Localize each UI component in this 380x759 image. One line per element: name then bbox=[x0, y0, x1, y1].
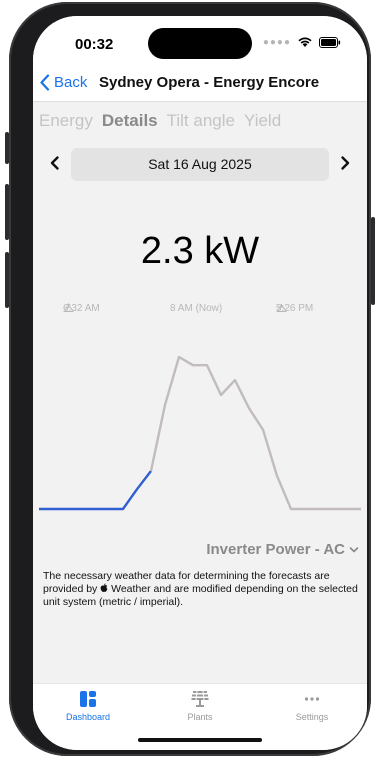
status-time: 00:32 bbox=[75, 36, 114, 53]
wifi-icon bbox=[298, 37, 312, 47]
tab-energy[interactable]: Energy bbox=[39, 111, 93, 131]
tab-yield[interactable]: Yield bbox=[244, 111, 281, 131]
status-icons: ●●●● bbox=[263, 36, 341, 48]
power-chart bbox=[39, 355, 361, 511]
now-label: 8 AM (Now) bbox=[170, 303, 223, 314]
segment-tabs: Energy Details Tilt angle Yield bbox=[39, 111, 281, 131]
battery-icon bbox=[319, 36, 341, 48]
screen: 00:32 ●●●● Back Sydney Opera - Energy En… bbox=[33, 16, 367, 750]
volume-down-button bbox=[5, 252, 9, 308]
date-label: Sat 16 Aug 2025 bbox=[148, 156, 252, 172]
solar-panel-icon bbox=[191, 690, 209, 707]
dashboard-icon bbox=[80, 691, 96, 707]
phone-frame: 00:32 ●●●● Back Sydney Opera - Energy En… bbox=[5, 2, 375, 756]
past-power-line bbox=[39, 470, 152, 511]
volume-up-button bbox=[5, 184, 9, 240]
action-button bbox=[5, 132, 9, 164]
tabbar-label: Plants bbox=[187, 712, 213, 722]
apple-logo-icon bbox=[100, 583, 108, 592]
sunset-label: 5:26 PM bbox=[276, 302, 314, 314]
back-label: Back bbox=[54, 74, 88, 91]
back-button[interactable]: Back bbox=[39, 74, 87, 91]
metric-label: Inverter Power - AC bbox=[206, 541, 345, 558]
tab-tilt-angle[interactable]: Tilt angle bbox=[167, 111, 235, 131]
tabbar-item-plants[interactable]: Plants bbox=[150, 690, 250, 722]
chevron-down-icon bbox=[349, 546, 359, 552]
dynamic-island bbox=[148, 28, 252, 59]
tabbar-label: Settings bbox=[295, 712, 329, 722]
home-indicator bbox=[138, 738, 262, 742]
metric-selector[interactable]: Inverter Power - AC bbox=[206, 541, 359, 558]
ellipsis-icon bbox=[304, 697, 320, 701]
forecast-power-line bbox=[149, 355, 361, 511]
weather-notice: The necessary weather data for determini… bbox=[43, 570, 358, 608]
navigation-bar: Back Sydney Opera - Energy Encore bbox=[33, 70, 367, 102]
signal-icon: ●●●● bbox=[262, 36, 291, 48]
previous-day-button[interactable] bbox=[45, 153, 65, 173]
sunrise-label: 6:32 AM bbox=[63, 302, 100, 314]
tab-details[interactable]: Details bbox=[102, 111, 158, 131]
power-button bbox=[371, 217, 375, 305]
next-day-button[interactable] bbox=[335, 153, 355, 173]
page-title: Sydney Opera - Energy Encore bbox=[99, 74, 320, 91]
date-picker[interactable]: Sat 16 Aug 2025 bbox=[71, 148, 329, 181]
tabbar-item-dashboard[interactable]: Dashboard bbox=[38, 690, 138, 722]
date-selector: Sat 16 Aug 2025 bbox=[33, 146, 367, 182]
tabbar-label: Dashboard bbox=[65, 712, 111, 722]
status-bar: 00:32 ●●●● bbox=[33, 16, 367, 70]
tabbar-item-settings[interactable]: Settings bbox=[262, 690, 362, 722]
current-power-value: 2.3 kW bbox=[140, 230, 260, 272]
chevron-left-icon bbox=[40, 74, 50, 91]
